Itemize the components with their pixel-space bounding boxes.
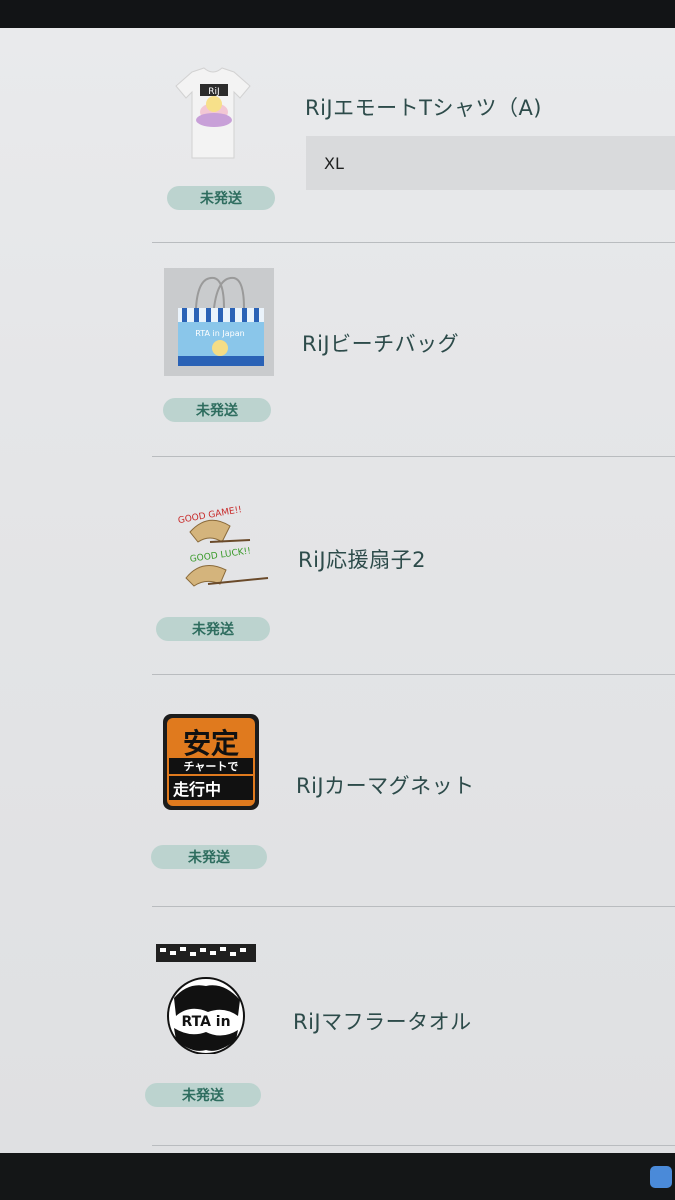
item-name[interactable]: RiJ応援扇子2 bbox=[298, 544, 426, 574]
device-top-bezel bbox=[0, 0, 675, 28]
divider bbox=[152, 906, 675, 907]
status-badge: 未発送 bbox=[156, 617, 270, 641]
status-badge: 未発送 bbox=[163, 398, 271, 422]
divider bbox=[152, 456, 675, 457]
divider bbox=[152, 1145, 675, 1146]
order-items-list: RiJ RiJエモートTシャツ（A) XL 未発送 RTA in Japan R… bbox=[0, 28, 675, 1153]
fan-thumbnail[interactable]: GOOD GAME!! GOOD LUCK!! bbox=[168, 498, 270, 588]
divider bbox=[152, 242, 675, 243]
item-name[interactable]: RiJエモートTシャツ（A) bbox=[305, 92, 542, 122]
divider bbox=[152, 674, 675, 675]
svg-text:RTA in: RTA in bbox=[181, 1014, 230, 1030]
magnet-line-3: 走行中 bbox=[169, 776, 253, 800]
status-badge: 未発送 bbox=[151, 845, 267, 869]
magnet-line-1: 安定 bbox=[182, 727, 239, 760]
magnet-line-2: チャートで bbox=[169, 758, 253, 774]
status-badge: 未発送 bbox=[145, 1083, 261, 1107]
size-option-box: XL bbox=[306, 136, 675, 190]
muffler-towel-thumbnail[interactable]: RTA in bbox=[154, 942, 258, 1054]
svg-text:RTA in Japan: RTA in Japan bbox=[195, 329, 244, 338]
item-name[interactable]: RiJカーマグネット bbox=[296, 770, 475, 800]
status-badge: 未発送 bbox=[167, 186, 275, 210]
svg-text:GOOD LUCK!!: GOOD LUCK!! bbox=[189, 546, 251, 564]
beach-bag-thumbnail[interactable]: RTA in Japan bbox=[164, 268, 274, 376]
item-name[interactable]: RiJビーチバッグ bbox=[302, 328, 459, 358]
car-magnet-thumbnail[interactable]: 安定 チャートで 走行中 bbox=[163, 714, 259, 810]
tshirt-thumbnail[interactable]: RiJ bbox=[172, 64, 254, 162]
item-name[interactable]: RiJマフラータオル bbox=[293, 1006, 472, 1036]
device-bottom-bezel bbox=[0, 1153, 675, 1200]
svg-text:RiJ: RiJ bbox=[208, 87, 219, 97]
app-icon[interactable] bbox=[650, 1166, 672, 1188]
size-option-value: XL bbox=[324, 153, 344, 173]
